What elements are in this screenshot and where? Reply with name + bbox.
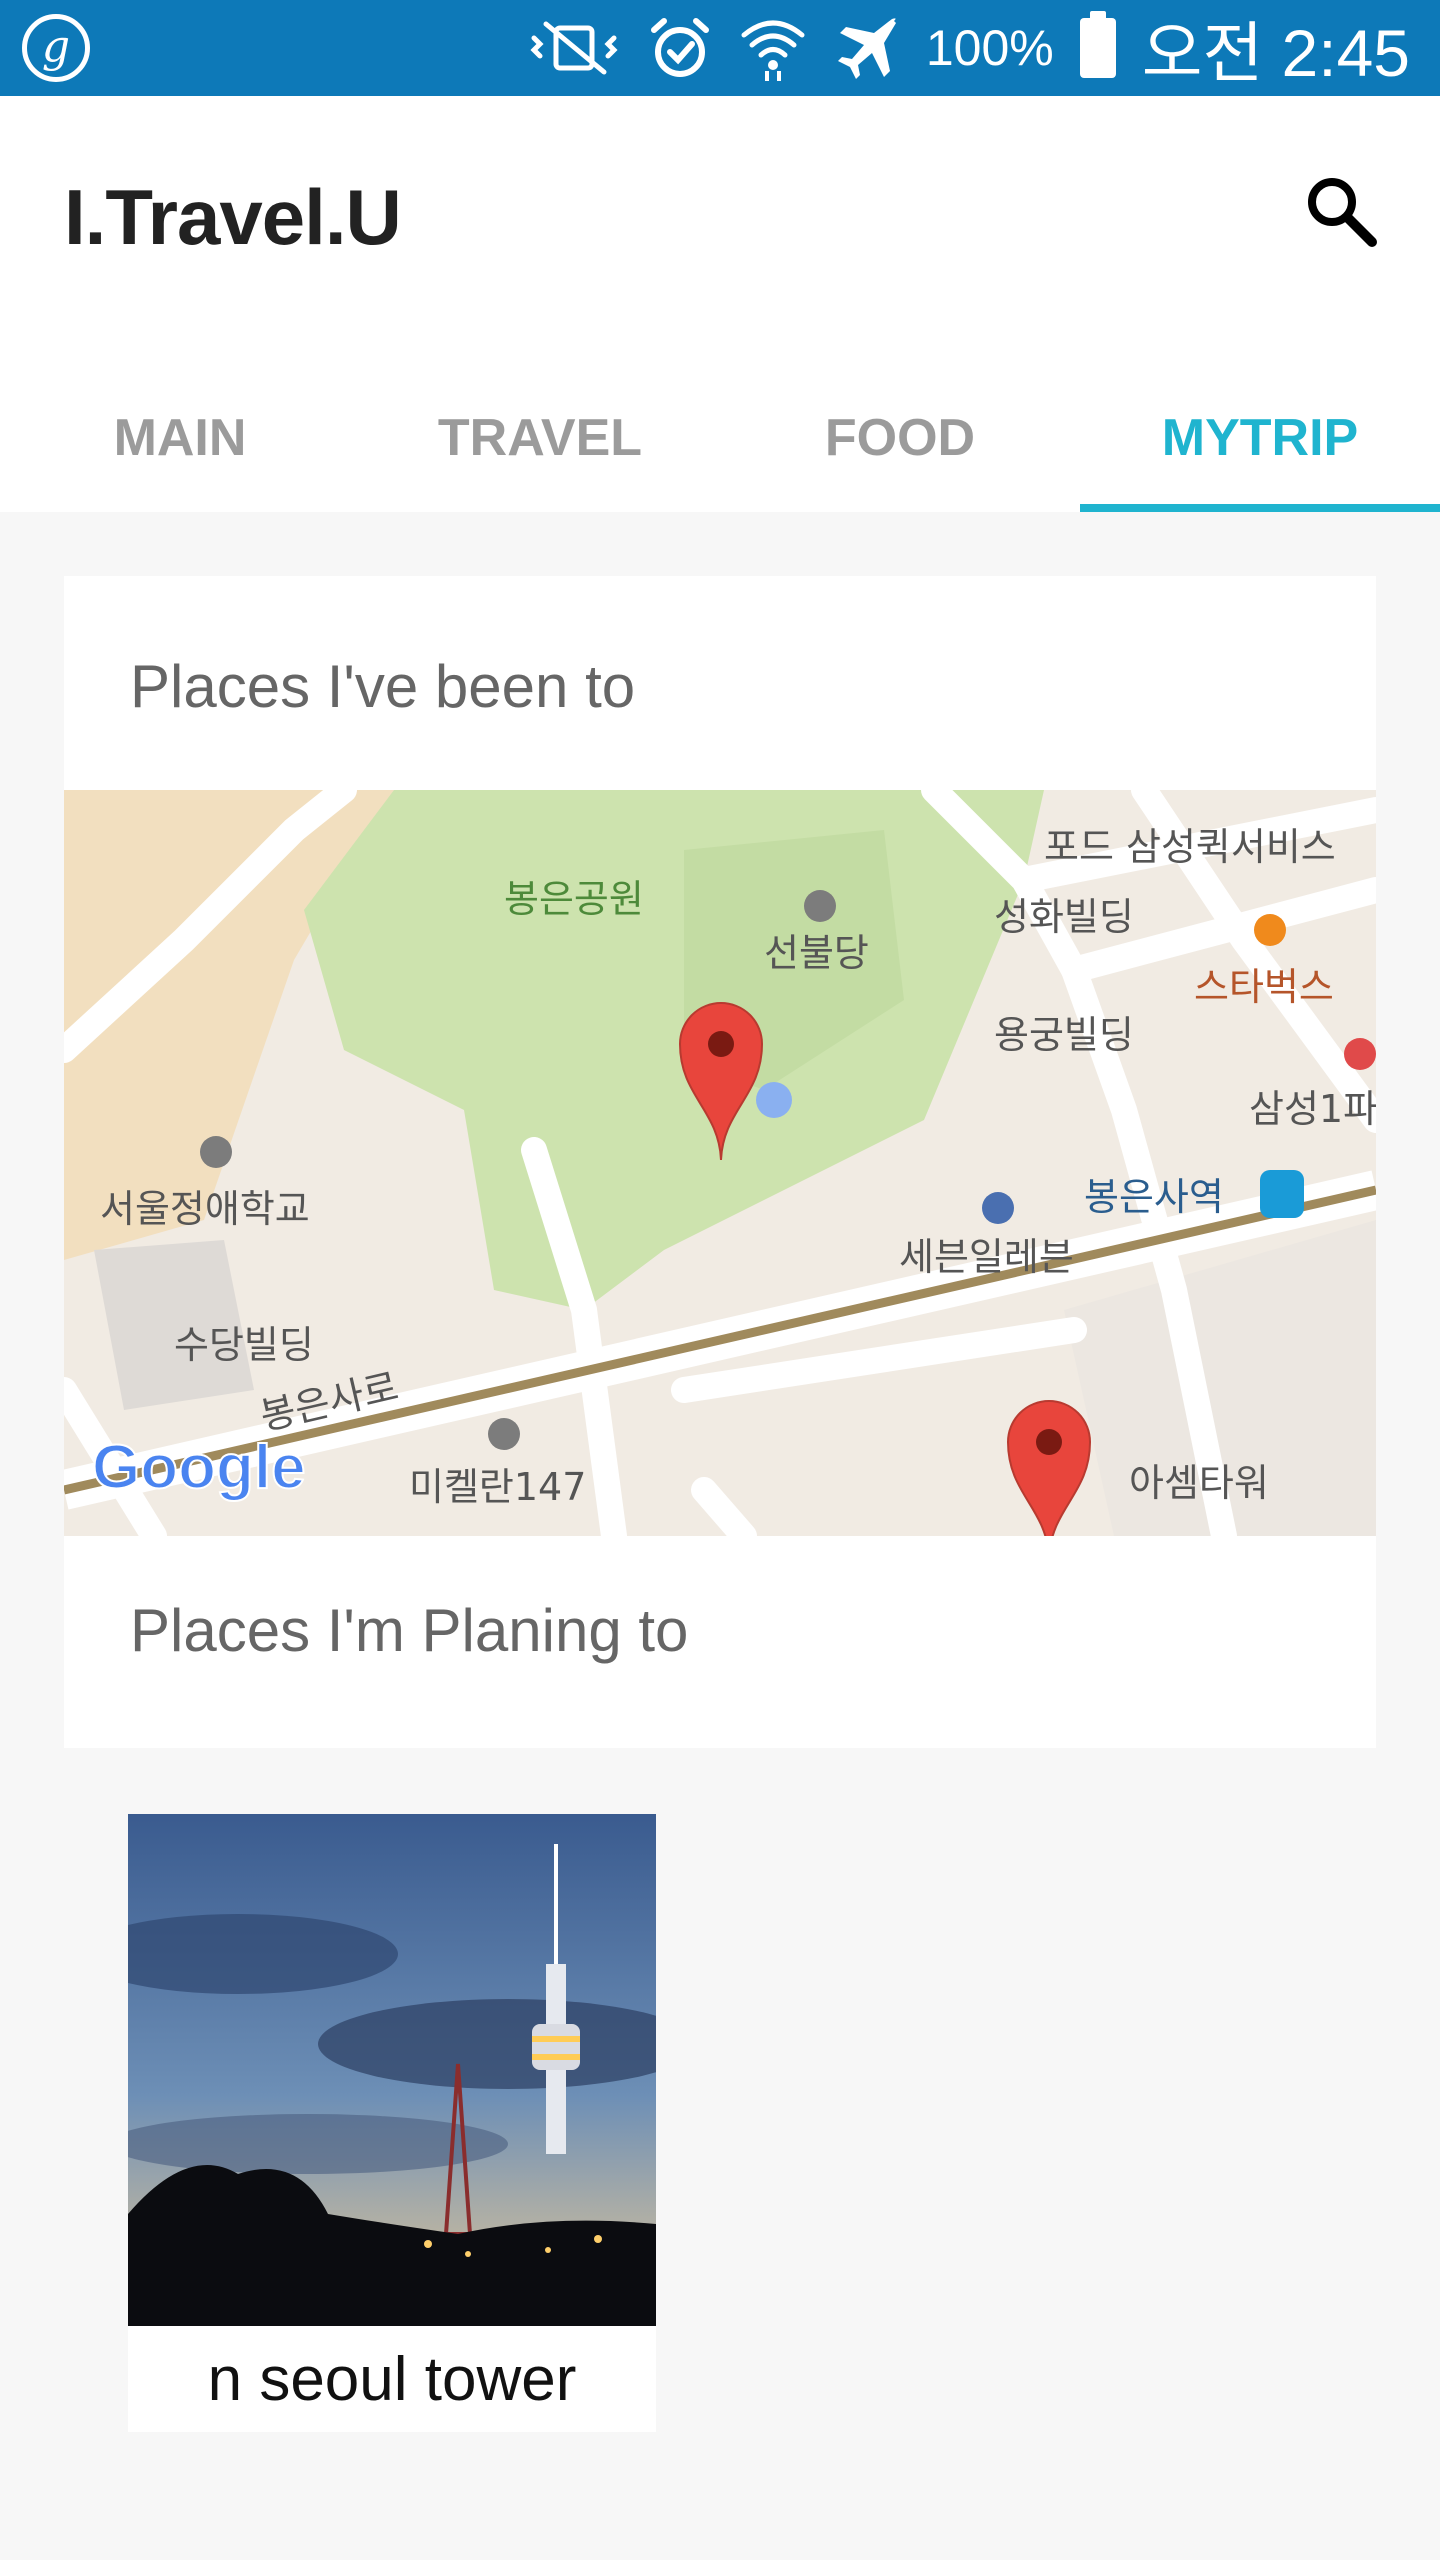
tab-food[interactable]: FOOD: [720, 364, 1080, 512]
app-bar: I.Travel.U MAIN TRAVEL FOOD MYTRIP: [0, 96, 1440, 512]
search-icon: [1308, 178, 1377, 247]
status-bar: g 100% 오전 2:45: [0, 0, 1440, 96]
map-label: 봉은사역: [1084, 1175, 1224, 1219]
g-app-icon: g: [22, 14, 90, 82]
place-name: n seoul tower: [207, 2344, 577, 2414]
battery-icon: [1079, 11, 1116, 78]
map-label: 용궁빌딩: [994, 1013, 1134, 1057]
visited-places-title: Places I've been to: [130, 653, 636, 720]
planned-places-title: Places I'm Planing to: [130, 1597, 689, 1664]
google-logo: Google: [92, 1433, 306, 1502]
clock: 오전 2:45: [1141, 16, 1410, 90]
visited-places-map[interactable]: 봉은공원 선불당 포드 삼성퀵서비스 성화빌딩 스타벅스 용궁빌딩 삼성1파 서…: [64, 790, 1376, 1536]
mytrip-card: Places I've been to 봉은공원 선불당 포드 삼성퀵서비스 성…: [64, 576, 1376, 1748]
wifi-icon: [738, 13, 808, 83]
map-label: 서울정애학교: [100, 1187, 310, 1231]
map-label: 미켈란147: [409, 1465, 586, 1509]
map-label: 아셈타워: [1129, 1461, 1269, 1505]
app-title: I.Travel.U: [64, 173, 402, 261]
tab-main[interactable]: MAIN: [0, 364, 360, 512]
battery-percent: 100%: [925, 20, 1054, 76]
alarm-icon: [648, 16, 712, 80]
map-label: 삼성1파: [1249, 1087, 1376, 1131]
tab-bar: MAIN TRAVEL FOOD MYTRIP: [0, 364, 1440, 512]
map-label: 선불당: [764, 931, 869, 975]
airplane-icon: [834, 15, 900, 81]
planned-place-card[interactable]: n seoul tower: [128, 1814, 656, 2432]
map-label: 세븐일레븐: [899, 1235, 1074, 1279]
map-label: 스타벅스: [1194, 965, 1334, 1009]
tab-travel[interactable]: TRAVEL: [360, 364, 720, 512]
map-label: 수당빌딩: [174, 1323, 314, 1367]
map-label: 봉은공원: [504, 877, 644, 921]
tab-mytrip[interactable]: MYTRIP: [1080, 364, 1440, 512]
place-photo: [128, 1814, 656, 2326]
mute-vibrate-icon: [526, 18, 622, 78]
search-button[interactable]: [1292, 162, 1392, 262]
map-label: 성화빌딩: [994, 895, 1134, 939]
map-label: 포드 삼성퀵서비스: [1044, 825, 1336, 869]
status-icons: 100% 오전 2:45: [526, 0, 1410, 96]
